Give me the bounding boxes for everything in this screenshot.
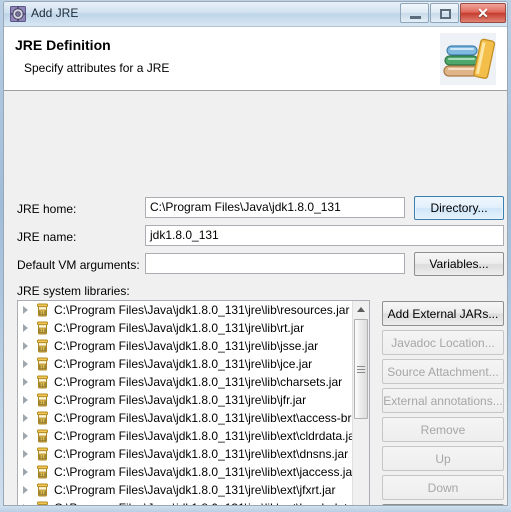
expand-triangle-icon[interactable] — [18, 319, 34, 337]
jar-icon: 010 — [34, 374, 51, 390]
table-row[interactable]: 010 C:\Program Files\Java\jdk1.8.0_131\jr… — [18, 409, 352, 427]
table-row[interactable]: 010 C:\Program Files\Java\jdk1.8.0_131\jr… — [18, 355, 352, 373]
jar-icon: 010 — [34, 464, 51, 480]
svg-text:010: 010 — [39, 490, 47, 495]
library-path-label: C:\Program Files\Java\jdk1.8.0_131\jre\l… — [54, 483, 336, 497]
external-annotations-button[interactable]: External annotations... — [382, 388, 504, 413]
chevron-up-icon — [357, 306, 365, 312]
jar-icon: 010 — [34, 302, 51, 318]
vm-arguments-input[interactable] — [145, 253, 405, 274]
expand-triangle-icon[interactable] — [18, 427, 34, 445]
title-bar[interactable]: Add JRE ✕ — [4, 2, 507, 27]
table-row[interactable]: 010 C:\Program Files\Java\jdk1.8.0_131\jr… — [18, 463, 352, 481]
down-button[interactable]: Down — [382, 475, 504, 500]
desktop-background — [0, 506, 511, 512]
library-path-label: C:\Program Files\Java\jdk1.8.0_131\jre\l… — [54, 339, 319, 353]
table-row[interactable]: 010 C:\Program Files\Java\jdk1.8.0_131\jr… — [18, 337, 352, 355]
page-subtitle: Specify attributes for a JRE — [24, 61, 170, 75]
table-row[interactable]: 010 C:\Program Files\Java\jdk1.8.0_131\jr… — [18, 373, 352, 391]
vm-arguments-label: Default VM arguments: — [17, 258, 140, 272]
maximize-button[interactable] — [430, 3, 459, 23]
svg-text:010: 010 — [39, 346, 47, 351]
expand-triangle-icon[interactable] — [18, 355, 34, 373]
table-row[interactable]: 010 C:\Program Files\Java\jdk1.8.0_131\jr… — [18, 427, 352, 445]
table-row[interactable]: 010 C:\Program Files\Java\jdk1.8.0_131\jr… — [18, 319, 352, 337]
jre-system-libraries-tree[interactable]: 010 C:\Program Files\Java\jdk1.8.0_131\jr… — [17, 300, 370, 505]
add-external-jars-button[interactable]: Add External JARs... — [382, 301, 504, 326]
up-button[interactable]: Up — [382, 446, 504, 471]
add-jre-dialog: Add JRE ✕ JRE Definition Specify attribu… — [3, 1, 508, 506]
svg-text:010: 010 — [39, 436, 47, 441]
svg-text:010: 010 — [39, 454, 47, 459]
table-row[interactable]: 010C:\Program Files\Java\jdk1.8.0_131\jr… — [18, 499, 352, 505]
source-attachment-button[interactable]: Source Attachment... — [382, 359, 504, 384]
remove-button[interactable]: Remove — [382, 417, 504, 442]
svg-text:010: 010 — [39, 400, 47, 405]
jre-gear-icon — [10, 6, 26, 22]
javadoc-location-button[interactable]: Javadoc Location... — [382, 330, 504, 355]
variables-button[interactable]: Variables... — [414, 252, 504, 276]
jar-icon: 010 — [34, 338, 51, 354]
close-icon: ✕ — [477, 4, 489, 21]
table-row[interactable]: 010 C:\Program Files\Java\jdk1.8.0_131\jr… — [18, 391, 352, 409]
jar-icon: 010 — [34, 320, 51, 336]
library-path-label: C:\Program Files\Java\jdk1.8.0_131\jre\l… — [54, 357, 313, 371]
jar-icon: 010 — [34, 428, 51, 444]
page-title: JRE Definition — [15, 37, 111, 53]
minimize-button[interactable] — [400, 3, 429, 23]
maximize-icon — [440, 9, 451, 19]
library-path-label: C:\Program Files\Java\jdk1.8.0_131\jre\l… — [54, 375, 343, 389]
svg-text:010: 010 — [39, 364, 47, 369]
books-stack-icon — [439, 32, 497, 86]
jar-icon: 010 — [34, 410, 51, 426]
expand-triangle-icon[interactable] — [18, 481, 34, 499]
jre-system-libraries-label: JRE system libraries: — [17, 284, 130, 298]
expand-triangle-icon[interactable] — [18, 373, 34, 391]
table-row[interactable]: 010 C:\Program Files\Java\jdk1.8.0_131\jr… — [18, 301, 352, 319]
jre-name-label: JRE name: — [17, 230, 77, 244]
expand-triangle-icon[interactable] — [18, 499, 34, 505]
directory-button[interactable]: Directory... — [414, 196, 504, 220]
expand-triangle-icon[interactable] — [18, 445, 34, 463]
expand-triangle-icon[interactable] — [18, 463, 34, 481]
jre-name-input[interactable]: jdk1.8.0_131 — [145, 225, 504, 246]
library-path-label: C:\Program Files\Java\jdk1.8.0_131\jre\l… — [54, 321, 305, 335]
scroll-up-button[interactable] — [353, 301, 369, 317]
library-path-label: C:\Program Files\Java\jdk1.8.0_131\jre\l… — [54, 393, 307, 407]
jre-home-label: JRE home: — [17, 202, 77, 216]
svg-text:010: 010 — [39, 418, 47, 423]
tree-vertical-scrollbar[interactable] — [352, 301, 369, 505]
tree-row-list: 010 C:\Program Files\Java\jdk1.8.0_131\jr… — [18, 301, 352, 505]
minimize-icon — [410, 16, 421, 19]
library-path-label: C:\Program Files\Java\jdk1.8.0_131\jre\l… — [54, 411, 352, 425]
jar-icon: 010 — [34, 446, 51, 462]
jar-icon: 010 — [34, 356, 51, 372]
svg-text:010: 010 — [39, 382, 47, 387]
expand-triangle-icon[interactable] — [18, 391, 34, 409]
svg-text:010: 010 — [39, 328, 47, 333]
scroll-grip-icon — [357, 362, 365, 376]
jre-home-input[interactable]: C:\Program Files\Java\jdk1.8.0_131 — [145, 197, 405, 218]
library-path-label: C:\Program Files\Java\jdk1.8.0_131\jre\l… — [54, 429, 352, 443]
table-row[interactable]: 010 C:\Program Files\Java\jdk1.8.0_131\jr… — [18, 481, 352, 499]
library-path-label: C:\Program Files\Java\jdk1.8.0_131\jre\l… — [54, 447, 349, 461]
window-controls: ✕ — [399, 3, 506, 23]
close-button[interactable]: ✕ — [460, 3, 506, 23]
expand-triangle-icon[interactable] — [18, 409, 34, 427]
dialog-body: JRE home: C:\Program Files\Java\jdk1.8.0… — [4, 91, 507, 505]
window-title: Add JRE — [31, 6, 79, 20]
dialog-header: JRE Definition Specify attributes for a … — [4, 27, 507, 91]
svg-text:010: 010 — [39, 310, 47, 315]
table-row[interactable]: 010 C:\Program Files\Java\jdk1.8.0_131\jr… — [18, 445, 352, 463]
jar-icon: 010 — [34, 482, 51, 498]
svg-text:010: 010 — [39, 472, 47, 477]
vertical-scroll-thumb[interactable] — [354, 319, 368, 419]
library-path-label: C:\Program Files\Java\jdk1.8.0_131\jre\l… — [54, 465, 352, 479]
expand-triangle-icon[interactable] — [18, 301, 34, 319]
library-path-label: C:\Program Files\Java\jdk1.8.0_131\jre\l… — [54, 303, 350, 317]
expand-triangle-icon[interactable] — [18, 337, 34, 355]
jar-icon: 010 — [34, 392, 51, 408]
